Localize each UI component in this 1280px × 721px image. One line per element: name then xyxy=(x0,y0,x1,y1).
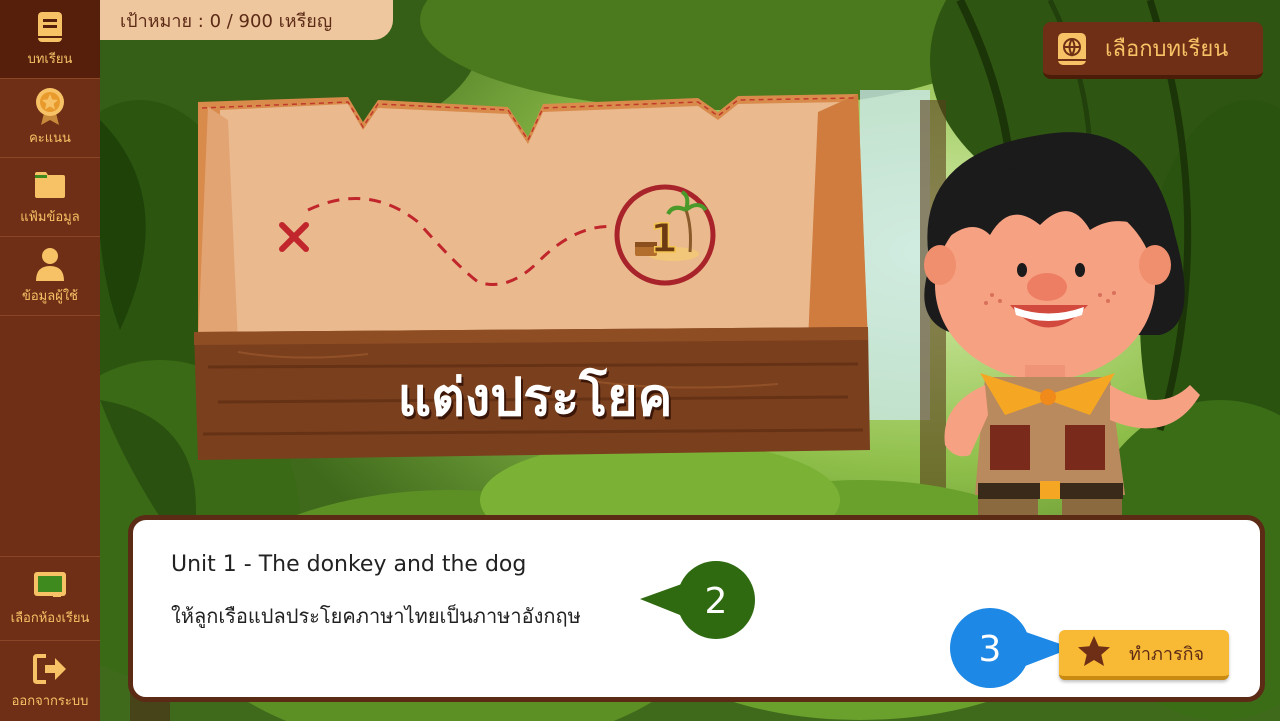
unit-title: Unit 1 - The donkey and the dog xyxy=(171,552,527,577)
choose-lesson-label: เลือกบทเรียน xyxy=(1105,37,1229,62)
folder-icon xyxy=(33,168,67,202)
sidebar-item-label: ข้อมูลผู้ใช้ xyxy=(21,288,79,304)
sidebar-item-label: บทเรียน xyxy=(27,51,73,67)
activity-title: แต่งประโยค xyxy=(397,368,673,428)
sidebar-item-label: เลือกห้องเรียน xyxy=(10,611,90,626)
stage-number: 1 xyxy=(650,216,678,262)
start-mission-button[interactable]: ทำภารกิจ xyxy=(1059,630,1229,680)
sidebar-item-score[interactable]: คะแนน xyxy=(0,79,100,158)
sidebar: บทเรียน คะแนน แฟ้มข้อมูล ข้อมูลผู้ใช้ เล… xyxy=(0,0,100,721)
scout-character-illustration xyxy=(900,115,1220,525)
sidebar-item-select-classroom[interactable]: เลือกห้องเรียน xyxy=(0,557,100,641)
sidebar-item-label: คะแนน xyxy=(29,130,71,146)
instruction-text: ให้ลูกเรือแปลประโยคภาษาไทยเป็นภาษาอังกฤษ xyxy=(171,604,581,628)
book-icon xyxy=(33,10,67,44)
sidebar-item-label: แฟ้มข้อมูล xyxy=(20,209,80,225)
choose-lesson-button[interactable]: เลือกบทเรียน xyxy=(1043,22,1263,79)
sidebar-item-lessons[interactable]: บทเรียน xyxy=(0,0,100,79)
coin-goal-text: เป้าหมาย : 0 / 900 เหรียญ xyxy=(120,10,333,32)
logout-icon xyxy=(33,652,67,686)
medal-icon xyxy=(33,87,67,125)
sidebar-item-files[interactable]: แฟ้มข้อมูล xyxy=(0,158,100,237)
star-icon xyxy=(1077,635,1111,671)
sidebar-item-profile[interactable]: ข้อมูลผู้ใช้ xyxy=(0,237,100,316)
callout-3-number: 3 xyxy=(979,629,1002,670)
classroom-board-icon xyxy=(33,569,67,603)
callout-marker-3: 3 xyxy=(950,608,1072,690)
callout-marker-2: 2 xyxy=(640,561,760,641)
sidebar-item-label: ออกจากระบบ xyxy=(11,693,89,709)
callout-2-number: 2 xyxy=(705,581,728,622)
globe-book-icon xyxy=(1057,32,1087,66)
coin-goal-indicator: เป้าหมาย : 0 / 900 เหรียญ xyxy=(100,0,393,40)
user-icon xyxy=(33,247,67,281)
start-mission-label: ทำภารกิจ xyxy=(1129,643,1205,665)
sidebar-spacer xyxy=(0,316,100,557)
sidebar-item-logout[interactable]: ออกจากระบบ xyxy=(0,641,100,721)
